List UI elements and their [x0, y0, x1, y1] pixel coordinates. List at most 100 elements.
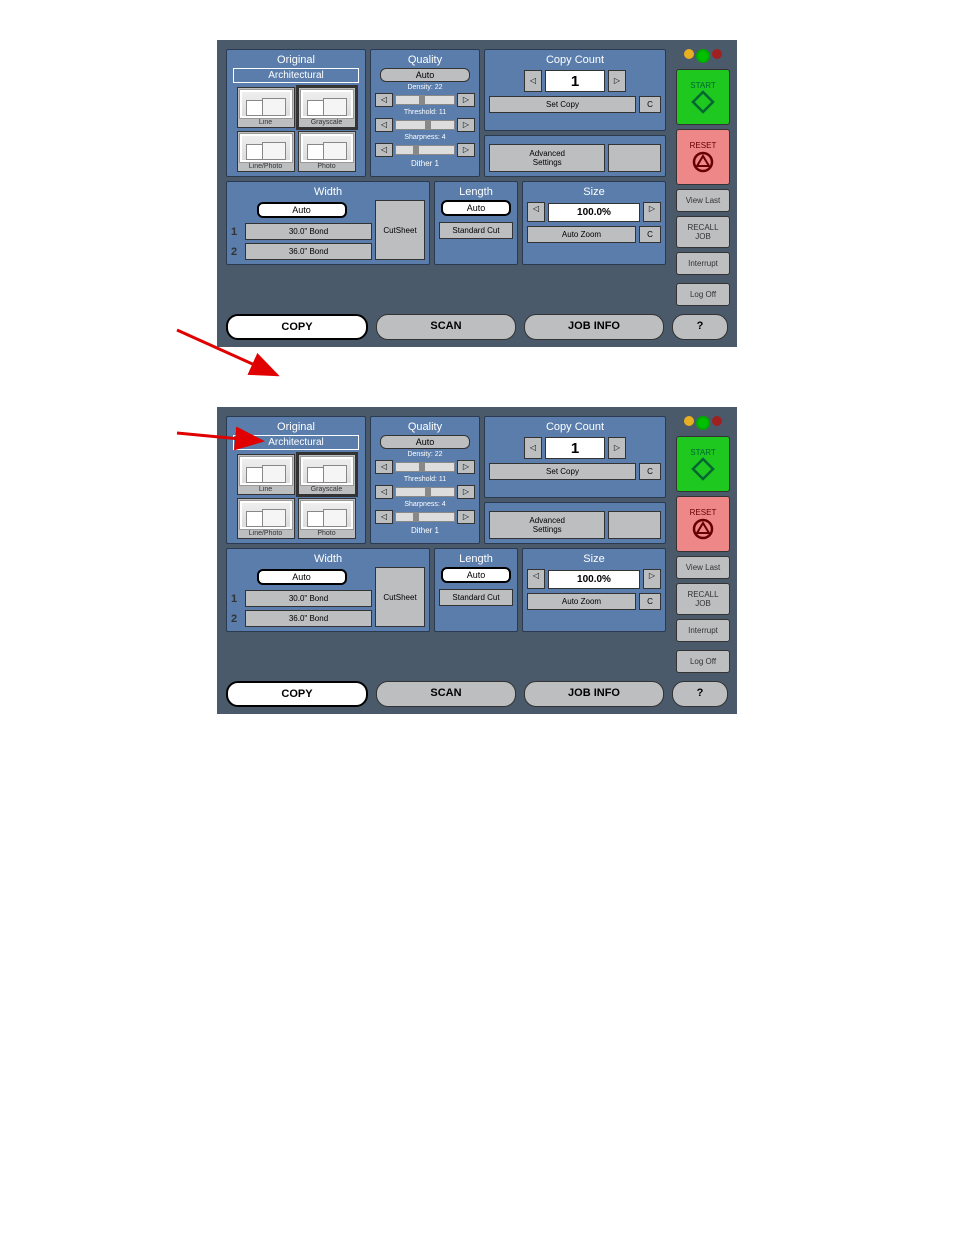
count-value: 1: [545, 70, 605, 92]
density-increase[interactable]: ▷: [457, 93, 475, 107]
right-rail: START RESET View Last RECALL JOB Interru…: [672, 43, 734, 310]
thumb-line[interactable]: Line: [237, 454, 295, 495]
count-increase[interactable]: ▷: [608, 437, 626, 459]
recalljob-button[interactable]: RECALL JOB: [676, 216, 730, 248]
autozoom-button[interactable]: Auto Zoom: [527, 226, 636, 243]
count-increase[interactable]: ▷: [608, 70, 626, 92]
density-decrease[interactable]: ◁: [375, 460, 393, 474]
count-clear[interactable]: C: [639, 463, 661, 480]
thumb-photo[interactable]: Photo: [298, 131, 356, 172]
size-clear[interactable]: C: [639, 593, 661, 610]
status-yellow-icon: [684, 49, 694, 59]
interrupt-button[interactable]: Interrupt: [676, 619, 730, 642]
autozoom-button[interactable]: Auto Zoom: [527, 593, 636, 610]
width-auto[interactable]: Auto: [257, 569, 347, 585]
tab-jobinfo[interactable]: JOB INFO: [524, 314, 664, 340]
recalljob-button[interactable]: RECALL JOB: [676, 583, 730, 615]
screenshot-2: Original Architectural Line Grayscale Li…: [217, 407, 737, 714]
density-slider[interactable]: [395, 462, 455, 472]
tab-help[interactable]: ?: [672, 314, 728, 340]
size-increase[interactable]: ▷: [643, 569, 661, 589]
size-decrease[interactable]: ◁: [527, 202, 545, 222]
status-indicators: [676, 414, 730, 432]
tab-copy[interactable]: COPY: [226, 681, 368, 707]
width-title: Width: [231, 186, 425, 198]
count-clear[interactable]: C: [639, 96, 661, 113]
tab-scan[interactable]: SCAN: [376, 681, 516, 707]
thumb-linephoto[interactable]: Line/Photo: [237, 498, 295, 539]
reset-button[interactable]: RESET: [676, 496, 730, 552]
threshold-increase[interactable]: ▷: [457, 485, 475, 499]
sharpness-slider[interactable]: [395, 145, 455, 155]
start-icon: [691, 457, 715, 481]
quality-auto[interactable]: Auto: [380, 68, 470, 82]
standard-cut[interactable]: Standard Cut: [439, 589, 513, 606]
density-increase[interactable]: ▷: [457, 460, 475, 474]
length-title: Length: [439, 186, 513, 198]
original-subtitle[interactable]: Architectural: [233, 68, 359, 83]
density-decrease[interactable]: ◁: [375, 93, 393, 107]
sharpness-increase[interactable]: ▷: [457, 510, 475, 524]
reset-icon: [691, 517, 715, 541]
start-button[interactable]: START: [676, 436, 730, 492]
logoff-button[interactable]: Log Off: [676, 650, 730, 673]
sharpness-slider[interactable]: [395, 512, 455, 522]
size-clear[interactable]: C: [639, 226, 661, 243]
advanced-card: Advanced Settings: [484, 135, 666, 177]
density-slider[interactable]: [395, 95, 455, 105]
cutsheet-button[interactable]: CutSheet: [375, 200, 425, 260]
reset-button[interactable]: RESET: [676, 129, 730, 185]
size-value: 100.0%: [548, 570, 640, 589]
sharpness-decrease[interactable]: ◁: [375, 143, 393, 157]
media-2[interactable]: 36.0" Bond: [245, 243, 372, 260]
right-rail: START RESET View Last RECALL JOB Interru…: [672, 410, 734, 677]
quality-card: Quality Auto Density: 22 ◁ ▷ Threshold: …: [370, 49, 480, 177]
length-auto[interactable]: Auto: [441, 200, 511, 216]
standard-cut[interactable]: Standard Cut: [439, 222, 513, 239]
setcopy-button[interactable]: Set Copy: [489, 96, 636, 113]
sharpness-increase[interactable]: ▷: [457, 143, 475, 157]
interrupt-button[interactable]: Interrupt: [676, 252, 730, 275]
length-auto[interactable]: Auto: [441, 567, 511, 583]
count-decrease[interactable]: ◁: [524, 437, 542, 459]
threshold-increase[interactable]: ▷: [457, 118, 475, 132]
tab-scan[interactable]: SCAN: [376, 314, 516, 340]
tab-jobinfo[interactable]: JOB INFO: [524, 681, 664, 707]
setcopy-button[interactable]: Set Copy: [489, 463, 636, 480]
thumb-grayscale[interactable]: Grayscale: [298, 87, 356, 128]
tab-help[interactable]: ?: [672, 681, 728, 707]
thumb-photo[interactable]: Photo: [298, 498, 356, 539]
dither-label[interactable]: Dither 1: [375, 159, 475, 168]
logoff-button[interactable]: Log Off: [676, 283, 730, 306]
length-card: Length Auto Standard Cut: [434, 181, 518, 265]
status-red-icon: [712, 49, 722, 59]
length-card: Length Auto Standard Cut: [434, 548, 518, 632]
start-button[interactable]: START: [676, 69, 730, 125]
thumb-grayscale[interactable]: Grayscale: [298, 454, 356, 495]
width-auto[interactable]: Auto: [257, 202, 347, 218]
threshold-slider[interactable]: [395, 120, 455, 130]
media-2[interactable]: 36.0" Bond: [245, 610, 372, 627]
threshold-slider[interactable]: [395, 487, 455, 497]
viewlast-button[interactable]: View Last: [676, 556, 730, 579]
cutsheet-button[interactable]: CutSheet: [375, 567, 425, 627]
thumb-line[interactable]: Line: [237, 87, 295, 128]
threshold-decrease[interactable]: ◁: [375, 118, 393, 132]
count-value: 1: [545, 437, 605, 459]
sharpness-decrease[interactable]: ◁: [375, 510, 393, 524]
size-decrease[interactable]: ◁: [527, 569, 545, 589]
dither-label[interactable]: Dither 1: [375, 526, 475, 535]
count-decrease[interactable]: ◁: [524, 70, 542, 92]
quality-auto[interactable]: Auto: [380, 435, 470, 449]
viewlast-button[interactable]: View Last: [676, 189, 730, 212]
red-arrow-to-architectural: [177, 423, 277, 453]
advanced-settings-button[interactable]: Advanced Settings: [489, 144, 605, 172]
original-card: Original Architectural Line Grayscale Li…: [226, 49, 366, 177]
threshold-decrease[interactable]: ◁: [375, 485, 393, 499]
advanced-settings-button[interactable]: Advanced Settings: [489, 511, 605, 539]
size-increase[interactable]: ▷: [643, 202, 661, 222]
media-1[interactable]: 30.0" Bond: [245, 590, 372, 607]
media-1[interactable]: 30.0" Bond: [245, 223, 372, 240]
length-title: Length: [439, 553, 513, 565]
thumb-linephoto[interactable]: Line/Photo: [237, 131, 295, 172]
